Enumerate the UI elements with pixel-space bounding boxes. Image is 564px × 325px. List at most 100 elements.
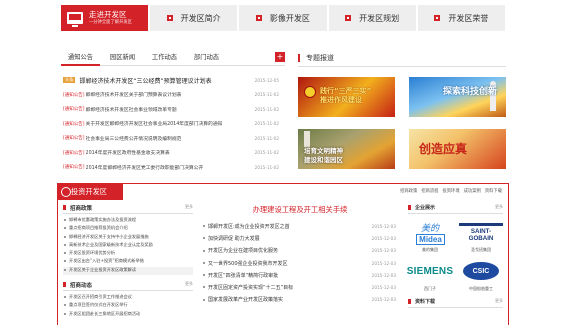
notice-title: 2014年度开发区政府性基金收支决算表 xyxy=(85,151,170,157)
list-item[interactable]: 开发区固定资产投资实现“十二五”目标 2015-12-03 xyxy=(203,281,400,293)
list-item[interactable]: 开发区召开招商引资工作推进会议 xyxy=(63,294,193,302)
list-item[interactable]: 重点招商项目推荐投资机会介绍 xyxy=(63,225,193,233)
partner-saint-gobain[interactable]: SAINT-GOBAIN 圣戈班集团 xyxy=(459,218,503,253)
invest-left-column: 招商政策 邯郸市优惠政策实施办法及投资流程 重点招商项目推荐投资机会介绍 邯郸经… xyxy=(63,204,193,325)
dynamic-list: 开发区召开招商引资工作推进会议 重点项目签约仪式在开发区举行 开发区组团赴长三角… xyxy=(63,294,193,319)
policy-heading: 招商政策 xyxy=(63,204,193,214)
list-item[interactable]: 重点项目签约仪式在开发区举行 xyxy=(63,302,193,310)
list-item[interactable]: 又一世界500强企业投资我市开发区 2015-12-03 xyxy=(203,257,400,269)
saint-gobain-logo: SAINT-GOBAIN xyxy=(459,218,503,246)
midea-logo: 美的Midea xyxy=(408,218,452,246)
tab-honors-label: 开发区荣誉 xyxy=(448,13,489,23)
notice-title: 邯郸经济技术开发区社会事业领域改革专题 xyxy=(85,107,177,113)
list-item[interactable]: 开发区出台“入驻+投资”招商模式新举措 xyxy=(63,258,193,266)
special-reports: 专题报道 践行“三严三实” 推进作风建设 探索科技创新 培育文明精神 建设和谐园… xyxy=(298,50,506,174)
link-process[interactable]: 招商流程 xyxy=(421,188,438,194)
list-item[interactable]: 加快调研促 助力大发展 2015-12-03 xyxy=(203,232,400,244)
banner-tech-innovation[interactable]: 探索科技创新 xyxy=(409,77,506,117)
list-item[interactable]: [通知公告] 2014年度邯郸经济开发区党工委行政职能部门决算公开 2015-11-… xyxy=(61,160,285,175)
list-item[interactable]: 开发区“四张清单”精简行政审批 2015-12-03 xyxy=(203,269,400,281)
list-item[interactable]: 开发区为企业在建项目优化服务 2015-12-03 xyxy=(203,245,400,257)
news-date: 2015-12-03 xyxy=(371,272,396,278)
news-date: 2015-12-03 xyxy=(371,285,396,291)
list-item[interactable]: 国家发展改革产业开发区政策落实 2015-12-03 xyxy=(203,294,400,306)
partner-logos: 美的Midea 美的集团 SAINT-GOBAIN 圣戈班集团 SIEMENS … xyxy=(407,218,503,296)
list-item[interactable]: [通知公告] 2014年度开发区政府性基金收支决算表 2015-11-02 xyxy=(61,146,285,161)
banner-text: 践行“三严三实” 推进作风建设 xyxy=(320,87,371,105)
partners-heading: 企业展示 xyxy=(408,204,503,214)
tab-notices[interactable]: 通知公告 xyxy=(61,50,100,66)
csic-logo: CSIC xyxy=(459,257,503,285)
more-plus-icon[interactable]: + xyxy=(275,52,285,62)
news-date: 2015-12-03 xyxy=(371,297,396,303)
notice-list: 头条 邯郸经济技术开发区“三公经费”预算管理议计划表 2015-12-05 [通知公… xyxy=(61,73,285,175)
notice-tag: [通知公告] xyxy=(63,107,85,113)
link-cases[interactable]: 成功案例 xyxy=(464,188,481,194)
news-title: 开发区“四张清单”精简行政审批 xyxy=(208,272,279,279)
news-headline[interactable]: 办理建设工程及开工相关手续 xyxy=(200,204,400,220)
news-title: 又一世界500强企业投资我市开发区 xyxy=(208,260,288,267)
partner-midea[interactable]: 美的Midea 美的集团 xyxy=(408,218,452,253)
tab-work-updates[interactable]: 工作动态 xyxy=(145,50,184,66)
notice-title: 邯郸经济技术开发区关于部门预算表议计划表 xyxy=(85,93,182,99)
notice-date: 2015-11-02 xyxy=(254,150,279,156)
tab-department-updates[interactable]: 部门动态 xyxy=(187,50,226,66)
list-item[interactable]: [通知公告] 社会事业局三公经费公开情况说明及编制规范 2015-11-02 xyxy=(61,131,285,146)
top-navigation: 走进开发区 一分钟全面了解开发区 开发区简介 影像开发区 开发区规划 开发区荣誉 xyxy=(61,5,505,31)
partner-caption: 中国船舶重工 xyxy=(469,286,493,291)
list-item[interactable]: [通知公告] 邯郸经济技术开发区社会事业领域改革专题 2015-11-02 xyxy=(61,102,285,117)
tab-introduction[interactable]: 开发区简介 xyxy=(150,5,238,31)
notice-date: 2015-12-05 xyxy=(254,77,279,83)
nav-intro-text: 走进开发区 一分钟全面了解开发区 xyxy=(89,10,132,26)
notice-title: 社会事业局三公经费公开情况说明及编制规范 xyxy=(85,136,182,142)
list-item[interactable]: 高新技术企业及国家级新技术企业认定及奖励 xyxy=(63,242,193,250)
news-title: 加快调研促 助力大发展 xyxy=(208,235,260,242)
dynamic-heading: 招商动态 xyxy=(63,281,193,292)
notice-date: 2015-11-02 xyxy=(254,92,279,98)
tab-images[interactable]: 影像开发区 xyxy=(239,5,327,31)
banner-line-2: 推进作风建设 xyxy=(320,96,362,104)
building-icon xyxy=(304,131,310,147)
banner-text: 培育文明精神 建设和谐园区 xyxy=(304,147,343,164)
notice-date: 2015-11-02 xyxy=(254,106,279,112)
link-downloads[interactable]: 资料下载 xyxy=(485,188,502,194)
banner-calligraphy[interactable]: 创造应真 xyxy=(409,129,506,169)
notice-tag: [通知公告] xyxy=(63,165,85,171)
list-item[interactable]: 开发区关于企业投资开发区政策解读 xyxy=(63,266,193,276)
list-item[interactable]: 邯郸开发区:成为企业投资开发区之首 2015-12-03 xyxy=(203,220,400,232)
banner-line-1: 创造应真 xyxy=(419,142,468,156)
tab-planning[interactable]: 开发区规划 xyxy=(328,5,416,31)
news-title: 国家发展改革产业开发区政策落实 xyxy=(208,297,284,304)
banner-civilized-spirit[interactable]: 培育文明精神 建设和谐园区 xyxy=(298,129,395,169)
list-item[interactable]: 头条 邯郸经济技术开发区“三公经费”预算管理议计划表 2015-12-05 xyxy=(61,73,285,88)
square-bullet-icon xyxy=(166,15,173,21)
list-item[interactable]: 开发区组团赴长三角地区开展招商活动 xyxy=(63,311,193,319)
list-item[interactable]: [通知公告] 邯郸经济技术开发区关于部门预算表议计划表 2015-11-02 xyxy=(61,88,285,103)
notice-date: 2015-11-02 xyxy=(254,135,279,141)
list-item[interactable]: [通知公告] 关于开发区邯郸经济开发区社会事业局2014年度部门决算的通知 2015… xyxy=(61,117,285,132)
headline-badge: 头条 xyxy=(63,77,76,84)
notice-tag: [通知公告] xyxy=(63,121,85,127)
banner-style-building[interactable]: 践行“三严三实” 推进作风建设 xyxy=(298,77,395,117)
list-item[interactable]: 邯郸市优惠政策实施办法及投资流程 xyxy=(63,217,193,225)
tab-honors[interactable]: 开发区荣誉 xyxy=(417,5,505,31)
list-item[interactable]: 开发区投资环境优势分析 xyxy=(63,250,193,258)
news-date: 2015-12-03 xyxy=(371,223,396,229)
news-date: 2015-12-03 xyxy=(371,248,396,254)
notice-title: 2014年度邯郸经济开发区党工委行政职能部门决算公开 xyxy=(85,165,204,171)
party-emblem-icon xyxy=(304,86,316,98)
link-policy[interactable]: 招商政策 xyxy=(400,188,417,194)
banner-line-1: 培育文明精神 xyxy=(304,147,343,155)
tab-images-label: 影像开发区 xyxy=(269,13,310,23)
notice-panel: 通知公告 园区新闻 工作动态 部门动态 + 头条 邯郸经济技术开发区“三公经费”预… xyxy=(61,50,285,174)
notice-tabs: 通知公告 园区新闻 工作动态 部门动态 + xyxy=(61,50,285,66)
link-environment[interactable]: 投资环境 xyxy=(442,188,459,194)
tab-park-news[interactable]: 园区新闻 xyxy=(103,50,142,66)
partner-csic[interactable]: CSIC 中国船舶重工 xyxy=(459,257,503,292)
policy-list: 邯郸市优惠政策实施办法及投资流程 重点招商项目推荐投资机会介绍 邯郸经济开发区关… xyxy=(63,217,193,276)
notice-tag: [通知公告] xyxy=(63,136,85,142)
nav-intro-button[interactable]: 走进开发区 一分钟全面了解开发区 xyxy=(61,5,148,31)
list-item[interactable]: 邯郸经济开发区关于支持中小企业发展措施 xyxy=(63,234,193,242)
partner-siemens[interactable]: SIEMENS 西门子 xyxy=(407,257,453,292)
invest-title: 投资开发区 xyxy=(57,183,123,200)
